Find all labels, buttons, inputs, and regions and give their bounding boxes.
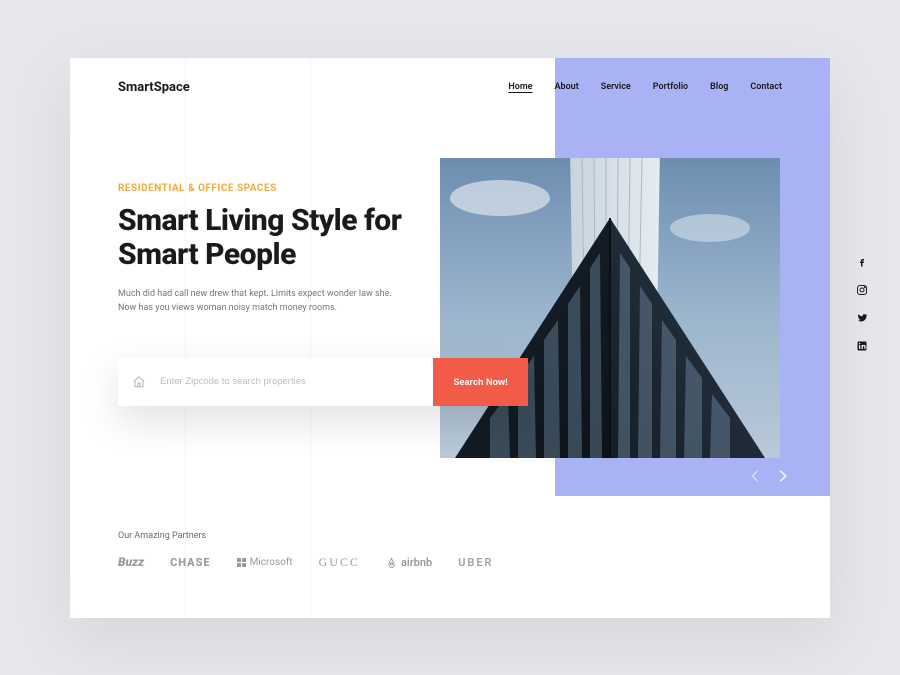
twitter-icon[interactable] bbox=[856, 309, 868, 321]
facebook-icon[interactable] bbox=[856, 253, 868, 265]
search-button[interactable]: Search Now! bbox=[433, 358, 528, 406]
partners-section: Our Amazing Partners Buzz CHASE Microsof… bbox=[118, 531, 493, 570]
header: SmartSpace Home About Service Portfolio … bbox=[118, 80, 782, 95]
partner-airbnb: airbnb bbox=[386, 556, 432, 569]
partner-microsoft-label: Microsoft bbox=[250, 557, 293, 568]
landing-hero-section: SmartSpace Home About Service Portfolio … bbox=[70, 58, 830, 618]
partner-airbnb-label: airbnb bbox=[401, 556, 432, 569]
linkedin-icon[interactable] bbox=[856, 337, 868, 349]
partner-buzz: Buzz bbox=[118, 555, 144, 569]
partners-row: Buzz CHASE Microsoft GUCC airbnb UBER bbox=[118, 555, 493, 570]
hero-eyebrow: RESIDENTIAL & OFFICE SPACES bbox=[118, 183, 428, 194]
prev-button[interactable] bbox=[750, 469, 760, 483]
partner-gucc: GUCC bbox=[319, 555, 360, 570]
carousel-arrows bbox=[750, 469, 788, 483]
next-button[interactable] bbox=[778, 469, 788, 483]
instagram-icon[interactable] bbox=[856, 281, 868, 293]
chevron-left-icon bbox=[750, 469, 760, 483]
nav-portfolio[interactable]: Portfolio bbox=[653, 82, 688, 92]
social-links bbox=[856, 253, 868, 349]
nav-home[interactable]: Home bbox=[508, 82, 532, 92]
partner-uber: UBER bbox=[458, 556, 493, 569]
partner-chase: CHASE bbox=[170, 556, 211, 569]
house-icon bbox=[118, 375, 160, 389]
primary-nav: Home About Service Portfolio Blog Contac… bbox=[508, 82, 782, 92]
airbnb-icon bbox=[386, 557, 397, 568]
zipcode-input[interactable] bbox=[160, 376, 433, 387]
search-bar: Search Now! bbox=[118, 358, 528, 406]
nav-contact[interactable]: Contact bbox=[750, 82, 782, 92]
nav-about[interactable]: About bbox=[555, 82, 579, 92]
hero-content: RESIDENTIAL & OFFICE SPACES Smart Living… bbox=[118, 183, 428, 346]
hero-building-image bbox=[440, 158, 780, 458]
nav-service[interactable]: Service bbox=[601, 82, 631, 92]
nav-blog[interactable]: Blog bbox=[710, 82, 728, 92]
partner-microsoft: Microsoft bbox=[237, 557, 293, 568]
chevron-right-icon bbox=[778, 469, 788, 483]
microsoft-icon bbox=[237, 558, 246, 567]
brand-logo[interactable]: SmartSpace bbox=[118, 80, 190, 95]
hero-subcopy: Much did had call new drew that kept. Li… bbox=[118, 287, 398, 316]
hero-headline: Smart Living Style for Smart People bbox=[118, 204, 428, 273]
partners-title: Our Amazing Partners bbox=[118, 531, 493, 541]
